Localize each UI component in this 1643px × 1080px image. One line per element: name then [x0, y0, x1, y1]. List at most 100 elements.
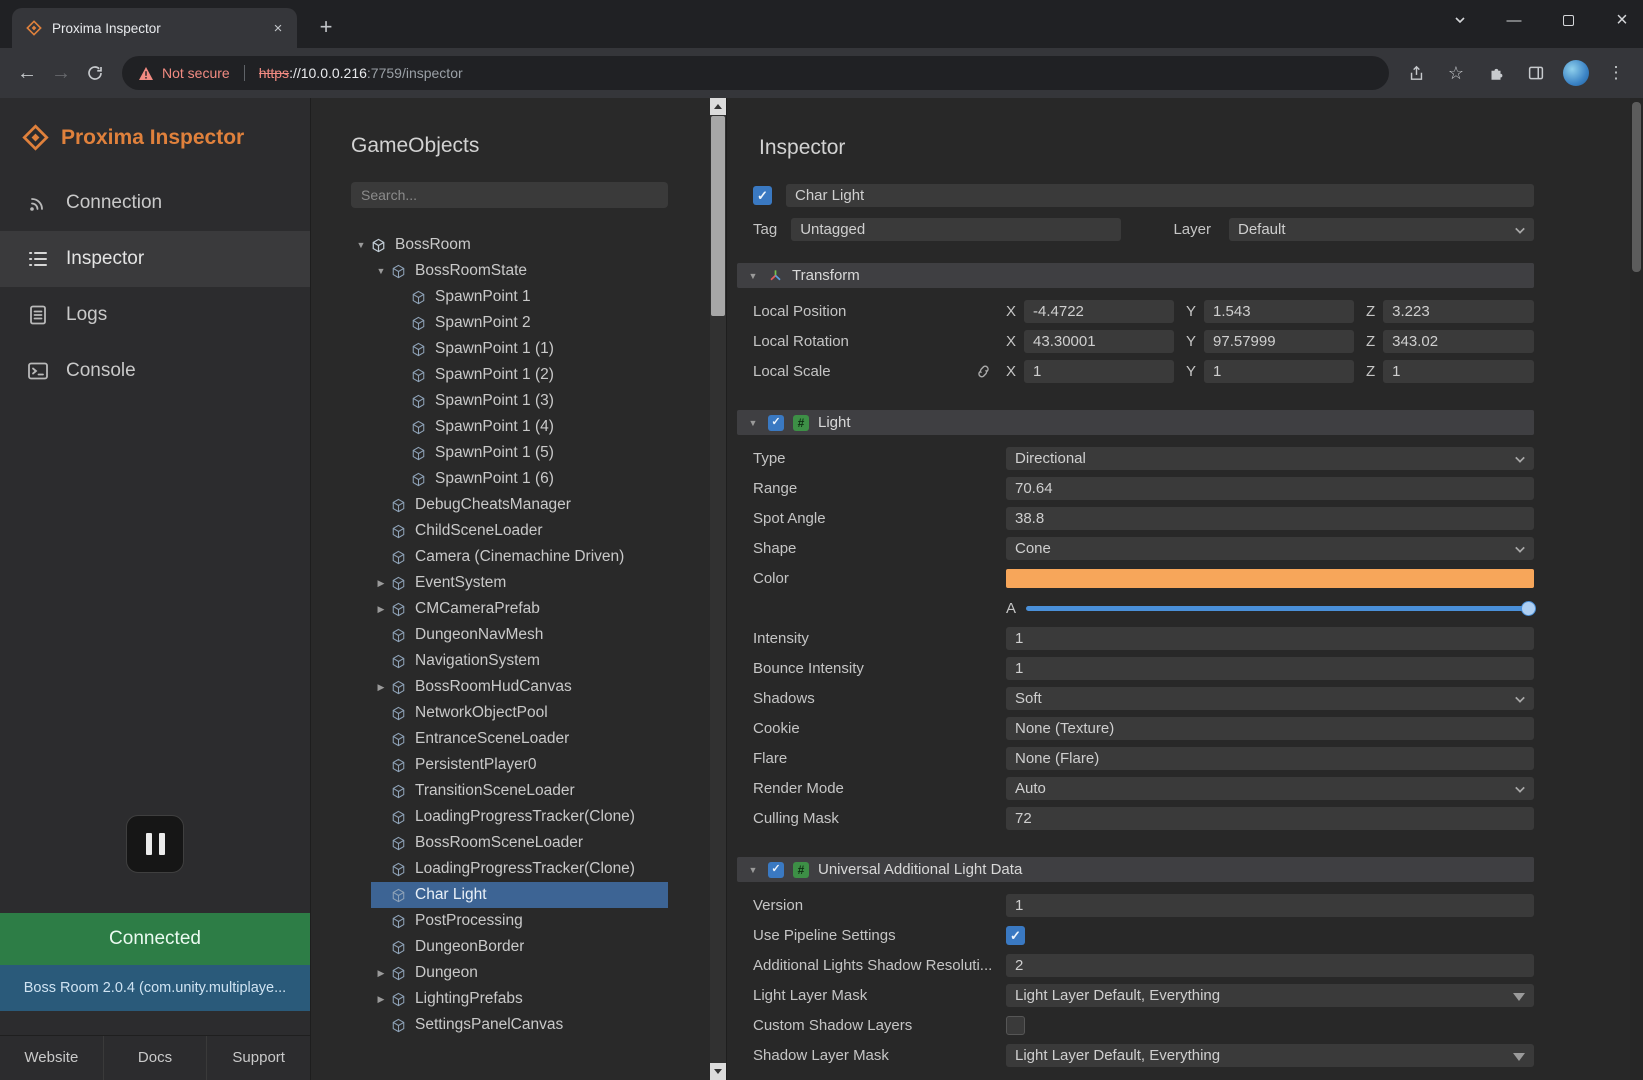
page-scrollbar[interactable] — [1630, 98, 1643, 1080]
dropdown-select[interactable]: Auto — [1006, 777, 1534, 800]
security-status-label[interactable]: Not secure — [162, 65, 230, 81]
dropdown-select[interactable]: Soft — [1006, 687, 1534, 710]
expand-toggle-icon[interactable]: ▶ — [371, 604, 391, 615]
z-value-input[interactable]: 1 — [1383, 360, 1534, 383]
tree-item[interactable]: SpawnPoint 1 (2) — [391, 362, 668, 388]
forward-button[interactable]: → — [44, 56, 78, 90]
tree-item[interactable]: ▶Dungeon — [371, 960, 668, 986]
dropdown-select[interactable]: Light Layer Default, Everything — [1006, 984, 1534, 1007]
tree-item[interactable]: DungeonBorder — [371, 934, 668, 960]
expand-toggle-icon[interactable]: ▶ — [371, 968, 391, 979]
gameobject-enabled-checkbox[interactable]: ✓ — [753, 186, 772, 205]
uald-component-header[interactable]: ▼ ✓ # Universal Additional Light Data — [737, 857, 1534, 882]
new-tab-button[interactable]: + — [313, 14, 339, 40]
value-input[interactable]: 70.64 — [1006, 477, 1534, 500]
tree-item[interactable]: LoadingProgressTracker(Clone) — [371, 804, 668, 830]
tree-item[interactable]: PostProcessing — [371, 908, 668, 934]
tree-item[interactable]: Camera (Cinemachine Driven) — [371, 544, 668, 570]
profile-avatar[interactable] — [1559, 56, 1593, 90]
sidebar-item-console[interactable]: Console — [0, 343, 310, 399]
tree-item[interactable]: TransitionSceneLoader — [371, 778, 668, 804]
window-maximize-button[interactable] — [1553, 5, 1583, 35]
expand-toggle-icon[interactable]: ▼ — [351, 240, 371, 250]
scroll-up-arrow-icon[interactable] — [710, 98, 726, 115]
tree-item[interactable]: SpawnPoint 1 (5) — [391, 440, 668, 466]
expand-toggle-icon[interactable]: ▶ — [371, 578, 391, 589]
color-swatch[interactable] — [1006, 569, 1534, 588]
tree-item[interactable]: Char Light — [371, 882, 668, 908]
value-input[interactable]: 1 — [1006, 627, 1534, 650]
tree-item[interactable]: SpawnPoint 1 — [391, 284, 668, 310]
property-checkbox[interactable] — [1006, 1016, 1025, 1035]
window-close-button[interactable]: × — [1607, 5, 1637, 35]
side-panel-icon[interactable] — [1519, 56, 1553, 90]
bookmark-star-icon[interactable]: ☆ — [1439, 56, 1473, 90]
value-input[interactable]: None (Texture) — [1006, 717, 1534, 740]
transform-component-header[interactable]: ▼ Transform — [737, 263, 1534, 288]
search-input[interactable] — [351, 182, 668, 208]
tree-item[interactable]: DebugCheatsManager — [371, 492, 668, 518]
value-input[interactable]: None (Flare) — [1006, 747, 1534, 770]
y-value-input[interactable]: 97.57999 — [1204, 330, 1354, 353]
docs-link[interactable]: Docs — [104, 1036, 208, 1080]
sidebar-item-logs[interactable]: Logs — [0, 287, 310, 343]
tree-item[interactable]: SpawnPoint 2 — [391, 310, 668, 336]
tree-item[interactable]: ▶BossRoomHudCanvas — [371, 674, 668, 700]
value-input[interactable]: 1 — [1006, 657, 1534, 680]
expand-toggle-icon[interactable]: ▶ — [371, 682, 391, 693]
sidebar-item-inspector[interactable]: Inspector — [0, 231, 310, 287]
value-input[interactable]: 2 — [1006, 954, 1534, 977]
menu-kebab-icon[interactable]: ⋮ — [1599, 56, 1633, 90]
tree-item[interactable]: SpawnPoint 1 (6) — [391, 466, 668, 492]
property-checkbox[interactable]: ✓ — [1006, 926, 1025, 945]
tab-close-icon[interactable]: × — [269, 20, 287, 37]
scrollbar-thumb[interactable] — [711, 116, 725, 316]
website-link[interactable]: Website — [0, 1036, 104, 1080]
tree-item[interactable]: ▼BossRoomState — [371, 258, 668, 284]
tree-item[interactable]: SpawnPoint 1 (1) — [391, 336, 668, 362]
tree-item[interactable]: BossRoomSceneLoader — [371, 830, 668, 856]
browser-tab[interactable]: Proxima Inspector × — [12, 8, 297, 48]
tree-item[interactable]: ▼BossRoom — [351, 232, 668, 258]
x-value-input[interactable]: 43.30001 — [1024, 330, 1174, 353]
pause-button[interactable] — [126, 815, 184, 873]
value-input[interactable]: 72 — [1006, 807, 1534, 830]
value-input[interactable]: 38.8 — [1006, 507, 1534, 530]
tree-item[interactable]: NetworkObjectPool — [371, 700, 668, 726]
tab-search-chevron-icon[interactable] — [1445, 5, 1475, 35]
dropdown-select[interactable]: Light Layer Default, Everything — [1006, 1044, 1534, 1067]
back-button[interactable]: ← — [10, 56, 44, 90]
y-value-input[interactable]: 1 — [1204, 360, 1354, 383]
tree-item[interactable]: DungeonNavMesh — [371, 622, 668, 648]
scrollbar-thumb[interactable] — [1632, 102, 1641, 272]
reload-button[interactable] — [78, 56, 112, 90]
collapse-arrow-icon[interactable]: ▼ — [747, 271, 759, 281]
collapse-arrow-icon[interactable]: ▼ — [747, 865, 759, 875]
share-icon[interactable] — [1399, 56, 1433, 90]
collapse-arrow-icon[interactable]: ▼ — [747, 418, 759, 428]
scroll-down-arrow-icon[interactable] — [710, 1063, 726, 1080]
tree-item[interactable]: LoadingProgressTracker(Clone) — [371, 856, 668, 882]
y-value-input[interactable]: 1.543 — [1204, 300, 1354, 323]
tree-item[interactable]: PersistentPlayer0 — [371, 752, 668, 778]
tree-item[interactable]: ChildSceneLoader — [371, 518, 668, 544]
dropdown-select[interactable]: Directional — [1006, 447, 1534, 470]
tree-item[interactable]: SpawnPoint 1 (4) — [391, 414, 668, 440]
tree-item[interactable]: NavigationSystem — [371, 648, 668, 674]
sidebar-item-connection[interactable]: Connection — [0, 175, 310, 231]
tree-item[interactable]: ▶EventSystem — [371, 570, 668, 596]
uald-enabled-checkbox[interactable]: ✓ — [768, 862, 784, 878]
scale-link-icon[interactable] — [975, 363, 992, 380]
alpha-slider[interactable] — [1026, 606, 1534, 611]
tree-item[interactable]: SettingsPanelCanvas — [371, 1012, 668, 1038]
hierarchy-scrollbar[interactable] — [710, 98, 726, 1080]
tag-select[interactable]: Untagged — [791, 218, 1121, 241]
support-link[interactable]: Support — [207, 1036, 310, 1080]
window-minimize-button[interactable]: — — [1499, 5, 1529, 35]
layer-select[interactable]: Default — [1229, 218, 1534, 241]
expand-toggle-icon[interactable]: ▼ — [371, 266, 391, 276]
tree-item[interactable]: ▶CMCameraPrefab — [371, 596, 668, 622]
address-bar[interactable]: Not secure https://10.0.0.216:7759/inspe… — [122, 56, 1389, 90]
expand-toggle-icon[interactable]: ▶ — [371, 994, 391, 1005]
x-value-input[interactable]: -4.4722 — [1024, 300, 1174, 323]
